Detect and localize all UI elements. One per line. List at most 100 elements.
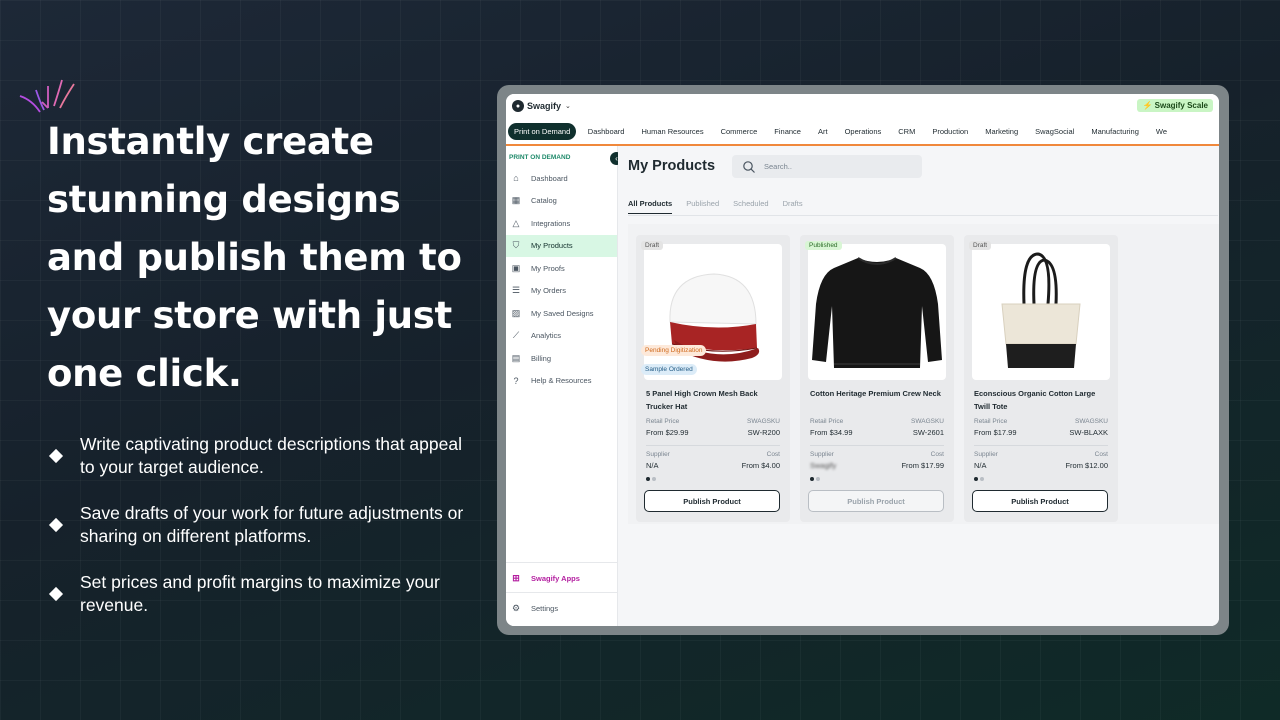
product-card[interactable]: Draft Pending Digitization Sample Ordere… [636,235,790,522]
product-tabs: All Products Published Scheduled Drafts [628,199,817,214]
feature-item: Write captivating product descriptions t… [47,433,467,479]
publish-product-button[interactable]: Publish Product [644,490,780,512]
nav-art[interactable]: Art [809,127,836,136]
list-icon: ☰ [511,285,521,296]
sidebar-item-integrations[interactable]: △ Integrations [506,212,617,235]
card-divider [974,445,1108,446]
sidebar-item-label: Help & Resources [531,376,592,386]
supplier-value: N/A [646,461,659,470]
swagsku-label: SWAGSKU [747,418,780,425]
help-icon: ? [513,375,519,386]
product-name: 5 Panel High Crown Mesh Back Trucker Hat [646,389,758,411]
status-badge: Draft [641,241,664,250]
product-image [644,244,782,380]
retail-price-label: Retail Price [974,418,1008,425]
nav-we[interactable]: We [1147,127,1175,136]
sidebar-item-analytics[interactable]: ⟋ Analytics [506,325,617,348]
sidebar-item-help-resources[interactable]: ? Help & Resources [506,370,617,393]
chart-icon: ⟋ [512,330,520,341]
app-window: ● Swagify ⌄ ⚡ Swagify Scale Print on Dem… [506,94,1219,626]
nav-manufacturing[interactable]: Manufacturing [1083,127,1148,136]
nav-human-resources[interactable]: Human Resources [633,127,712,136]
product-name: Econscious Organic Cotton Large Twill To… [974,389,1096,411]
crew-neck-sweatshirt-image [812,257,942,368]
scale-badge-label: Swagify Scale [1154,101,1208,110]
carousel-dot[interactable] [646,477,650,481]
sidebar-item-settings[interactable]: ⚙ Settings [506,592,617,623]
chevron-down-icon[interactable]: ⌄ [565,102,571,110]
trucker-hat-image [669,273,760,362]
image-carousel-dots[interactable] [810,477,822,481]
apps-grid-icon: ⊞ [512,572,520,583]
carousel-dot[interactable] [810,477,814,481]
shapes-icon: △ [512,217,520,228]
sidebar-item-label: Analytics [531,331,562,341]
sidebar-item-catalog[interactable]: ▦ Catalog [506,190,617,213]
app-topbar: ● Swagify ⌄ ⚡ Swagify Scale [506,94,1219,118]
publish-product-button[interactable]: Publish Product [972,490,1108,512]
cost-value: From $4.00 [741,461,780,470]
nav-dashboard[interactable]: Dashboard [579,127,633,136]
carousel-dot[interactable] [652,477,656,481]
hero-headline: Instantly create stunning designs and pu… [47,120,462,395]
product-image [808,244,946,380]
tab-scheduled[interactable]: Scheduled [733,199,768,214]
nav-swagsocial[interactable]: SwagSocial [1027,127,1083,136]
product-card[interactable]: Published Cotton Heritage Premium Crew N… [800,235,954,522]
carousel-dot[interactable] [980,477,984,481]
nav-crm[interactable]: CRM [890,127,924,136]
nav-production[interactable]: Production [924,127,977,136]
sidebar-item-label: My Products [531,241,573,251]
carousel-dot[interactable] [974,477,978,481]
sidebar-item-billing[interactable]: ▤ Billing [506,347,617,370]
status-badge: Draft [969,241,992,250]
nav-finance[interactable]: Finance [766,127,810,136]
nav-commerce[interactable]: Commerce [712,127,766,136]
sidebar-item-label: Billing [531,353,552,363]
search-input[interactable]: Search.. [732,155,922,178]
swagsku-label: SWAGSKU [911,418,944,425]
product-card[interactable]: Draft Econscious Organic Cotton Large Tw… [964,235,1118,522]
image-carousel-dots[interactable] [646,477,658,481]
sidebar-item-swagify-apps[interactable]: ⊞ Swagify Apps [506,562,617,593]
tab-published[interactable]: Published [686,199,719,214]
sidebar-settings-label: Settings [531,603,559,613]
retail-price-value: From $34.99 [810,428,853,437]
image-icon: ▨ [511,307,521,318]
image-carousel-dots[interactable] [974,477,986,481]
sample-ordered-tag: Sample Ordered [641,364,697,375]
carousel-dot[interactable] [816,477,820,481]
nav-print-on-demand[interactable]: Print on Demand [508,122,577,140]
page-title: My Products [628,158,716,174]
sidebar-item-my-saved-designs[interactable]: ▨ My Saved Designs [506,302,617,325]
module-nav: Print on Demand Dashboard Human Resource… [506,118,1219,146]
publish-product-button[interactable]: Publish Product [808,490,944,512]
product-image [972,244,1110,380]
supplier-value: Swagify [810,461,837,470]
nav-operations[interactable]: Operations [836,127,890,136]
tab-all-products[interactable]: All Products [628,199,673,214]
cost-label: Cost [766,451,780,458]
retail-price-label: Retail Price [646,418,680,425]
sidebar-item-my-proofs[interactable]: ▣ My Proofs [506,257,617,280]
retail-price-value: From $29.99 [646,428,689,437]
sidebar-item-dashboard[interactable]: ⌂ Dashboard [506,167,617,190]
tab-drafts[interactable]: Drafts [783,199,803,214]
document-icon: ▤ [511,352,521,363]
sidebar-item-my-products[interactable]: ⛉ My Products [506,234,617,257]
cost-label: Cost [930,451,944,458]
nav-marketing[interactable]: Marketing [977,127,1027,136]
cost-value: From $12.00 [1065,461,1108,470]
brand-name[interactable]: Swagify [527,101,561,111]
feature-item: Save drafts of your work for future adju… [47,502,467,548]
sidebar-item-my-orders[interactable]: ☰ My Orders [506,280,617,303]
swagify-scale-badge[interactable]: ⚡ Swagify Scale [1137,99,1213,112]
sidebar-item-label: Integrations [531,218,571,228]
feature-text: Set prices and profit margins to maximiz… [80,572,440,615]
sku-value: SW-R200 [747,428,780,437]
cost-label: Cost [1094,451,1108,458]
sidebar-item-label: Catalog [531,196,557,206]
shirt-icon: ⛉ [512,240,520,251]
status-badge: Published [805,241,842,250]
diamond-bullet-icon [48,448,64,464]
